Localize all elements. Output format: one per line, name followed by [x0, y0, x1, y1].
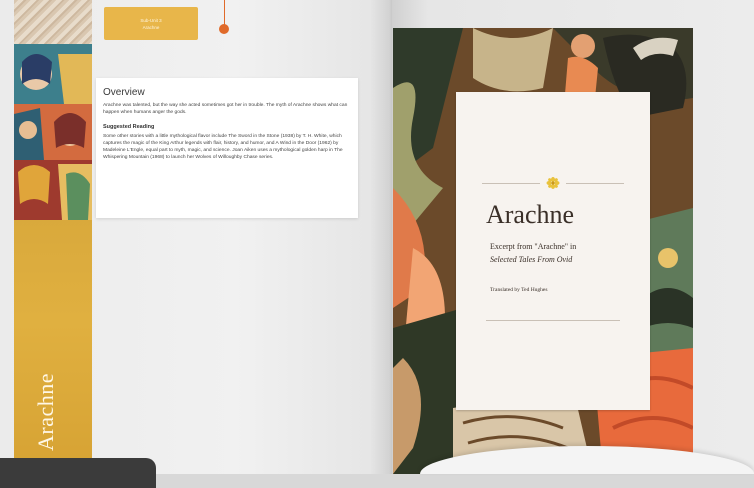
sub-unit-title: Arachne [142, 24, 160, 30]
bottom-divider [486, 320, 620, 321]
excerpt-line-1: Excerpt from "Arachne" in [490, 242, 577, 251]
book-title: Arachne [486, 200, 575, 229]
flower-ornament-icon [546, 177, 560, 189]
left-page: Arachne Sub-Unit 3 Arachne Overview Arac… [0, 0, 392, 488]
suggested-reading-body: Some other stories with a little mytholo… [103, 134, 343, 160]
spine-illustration [14, 44, 92, 220]
sub-unit-label: Sub-Unit 3 [140, 17, 162, 23]
spine-title-text: Arachne [33, 372, 59, 452]
overview-card: Overview Arachne was talented, but the w… [96, 78, 358, 218]
decorative-strip-top [14, 0, 92, 44]
translator-credit: Translated by Ted Hughes [490, 287, 548, 293]
sub-unit-tab[interactable]: Sub-Unit 3 Arachne [104, 7, 198, 40]
spine-title: Arachne [16, 357, 76, 467]
book-gutter [370, 0, 394, 474]
divider-rule [482, 182, 540, 184]
overview-heading: Overview [103, 87, 145, 98]
book-spread: Arachne Sub-Unit 3 Arachne Overview Arac… [0, 0, 754, 488]
suggested-reading-heading: Suggested Reading [103, 124, 155, 130]
bottom-dark-tab[interactable] [0, 458, 156, 488]
hotspot-marker[interactable] [219, 24, 229, 34]
overview-intro: Arachne was talented, but the way she ac… [103, 103, 348, 115]
title-card: Arachne Excerpt from "Arachne" in Select… [456, 92, 650, 410]
excerpt-line-2: Selected Tales From Ovid [490, 255, 573, 264]
divider-rule [566, 182, 624, 184]
excerpt-source: Excerpt from "Arachne" in Selected Tales… [490, 240, 640, 266]
ornament-divider [482, 177, 624, 189]
hotspot-pointer-line [224, 0, 225, 27]
